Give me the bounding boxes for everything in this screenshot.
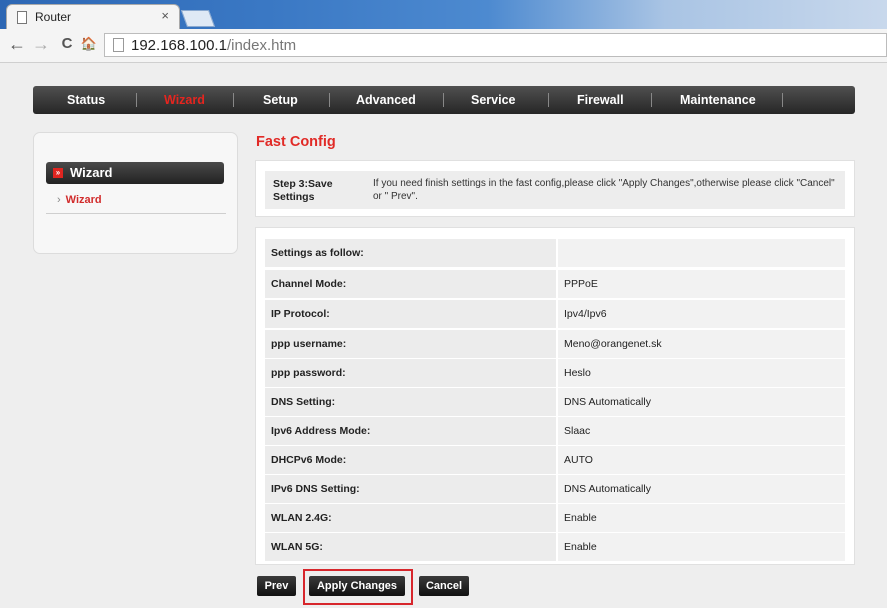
settings-header: Settings as follow: <box>271 247 364 259</box>
step-row: Step 3:Save Settings If you need finish … <box>265 171 845 209</box>
double-chevron-icon: » <box>53 168 63 178</box>
setting-value: PPPoE <box>564 278 598 290</box>
setting-value: DNS Automatically <box>564 396 651 408</box>
nav-divider <box>329 93 330 107</box>
nav-divider <box>782 93 783 107</box>
setting-value: DNS Automatically <box>564 483 651 495</box>
sidebar-header[interactable]: » Wizard <box>46 162 224 184</box>
setting-label: IP Protocol: <box>271 308 330 320</box>
step-instructions: If you need finish settings in the fast … <box>373 178 835 202</box>
browser-tab[interactable]: Router × <box>6 4 180 29</box>
table-row: DHCPv6 Mode: AUTO <box>265 446 845 474</box>
nav-setup[interactable]: Setup <box>263 86 298 114</box>
nav-divider <box>136 93 137 107</box>
step-panel: Step 3:Save Settings If you need finish … <box>255 160 855 217</box>
table-row: Channel Mode: PPPoE <box>265 270 845 298</box>
prev-button[interactable]: Prev <box>257 576 296 596</box>
setting-value: Heslo <box>564 367 591 379</box>
page-title: Fast Config <box>256 134 336 150</box>
nav-divider <box>548 93 549 107</box>
table-row: DNS Setting: DNS Automatically <box>265 388 845 416</box>
nav-wizard[interactable]: Wizard <box>164 86 205 114</box>
browser-toolbar: ← → C 🏠 192.168.100.1/index.htm <box>0 29 887 63</box>
address-bar[interactable]: 192.168.100.1/index.htm <box>104 33 887 57</box>
main-nav-bar: Status Wizard Setup Advanced Service Fir… <box>33 86 855 114</box>
page-icon <box>113 38 124 52</box>
setting-label: Ipv6 Address Mode: <box>271 425 371 437</box>
forward-arrow-icon[interactable]: → <box>32 33 50 55</box>
nav-maintenance[interactable]: Maintenance <box>680 86 756 114</box>
page-icon <box>17 11 27 24</box>
table-row: Ipv6 Address Mode: Slaac <box>265 417 845 445</box>
nav-firewall[interactable]: Firewall <box>577 86 624 114</box>
sidebar-divider <box>46 213 226 214</box>
back-arrow-icon[interactable]: ← <box>8 33 26 55</box>
setting-value: AUTO <box>564 454 593 466</box>
url-text: 192.168.100.1/index.htm <box>131 37 297 54</box>
cancel-button[interactable]: Cancel <box>419 576 469 596</box>
new-tab-button[interactable] <box>180 10 216 27</box>
settings-panel: Settings as follow: Channel Mode: PPPoE … <box>255 227 855 565</box>
browser-tab-strip: Router × <box>0 0 887 29</box>
setting-value: Slaac <box>564 425 591 437</box>
table-row: WLAN 5G: Enable <box>265 533 845 561</box>
nav-advanced[interactable]: Advanced <box>356 86 416 114</box>
setting-label: ppp password: <box>271 367 346 379</box>
setting-label: ppp username: <box>271 338 347 350</box>
tab-title: Router <box>35 10 72 24</box>
nav-divider <box>443 93 444 107</box>
setting-value: Ipv4/Ipv6 <box>564 308 607 320</box>
setting-label: DHCPv6 Mode: <box>271 454 347 466</box>
setting-value: Enable <box>564 541 597 553</box>
table-row: ppp password: Heslo <box>265 359 845 387</box>
table-row: WLAN 2.4G: Enable <box>265 504 845 532</box>
table-row: IPv6 DNS Setting: DNS Automatically <box>265 475 845 503</box>
nav-service[interactable]: Service <box>471 86 515 114</box>
setting-label: WLAN 5G: <box>271 541 323 553</box>
sidebar-header-label: Wizard <box>70 165 113 180</box>
table-row: IP Protocol: Ipv4/Ipv6 <box>265 300 845 328</box>
apply-changes-button[interactable]: Apply Changes <box>309 576 405 596</box>
home-icon[interactable]: 🏠 <box>80 33 98 55</box>
sidebar: » Wizard › Wizard <box>33 132 238 254</box>
setting-label: IPv6 DNS Setting: <box>271 483 360 495</box>
reload-icon[interactable]: C <box>58 33 76 55</box>
nav-divider <box>233 93 234 107</box>
nav-divider <box>651 93 652 107</box>
close-tab-icon[interactable]: × <box>161 8 169 23</box>
setting-label: DNS Setting: <box>271 396 336 408</box>
setting-value: Enable <box>564 512 597 524</box>
setting-label: Channel Mode: <box>271 278 347 290</box>
settings-header-row: Settings as follow: <box>265 239 845 267</box>
setting-value: Meno@orangenet.sk <box>564 338 662 350</box>
step-label: Step 3:Save Settings <box>273 178 333 203</box>
setting-label: WLAN 2.4G: <box>271 512 332 524</box>
chevron-right-icon: › <box>57 194 61 206</box>
sidebar-item-label: Wizard <box>65 194 102 206</box>
sidebar-item-wizard[interactable]: › Wizard <box>57 194 102 206</box>
nav-status[interactable]: Status <box>67 86 105 114</box>
table-row: ppp username: Meno@orangenet.sk <box>265 330 845 358</box>
